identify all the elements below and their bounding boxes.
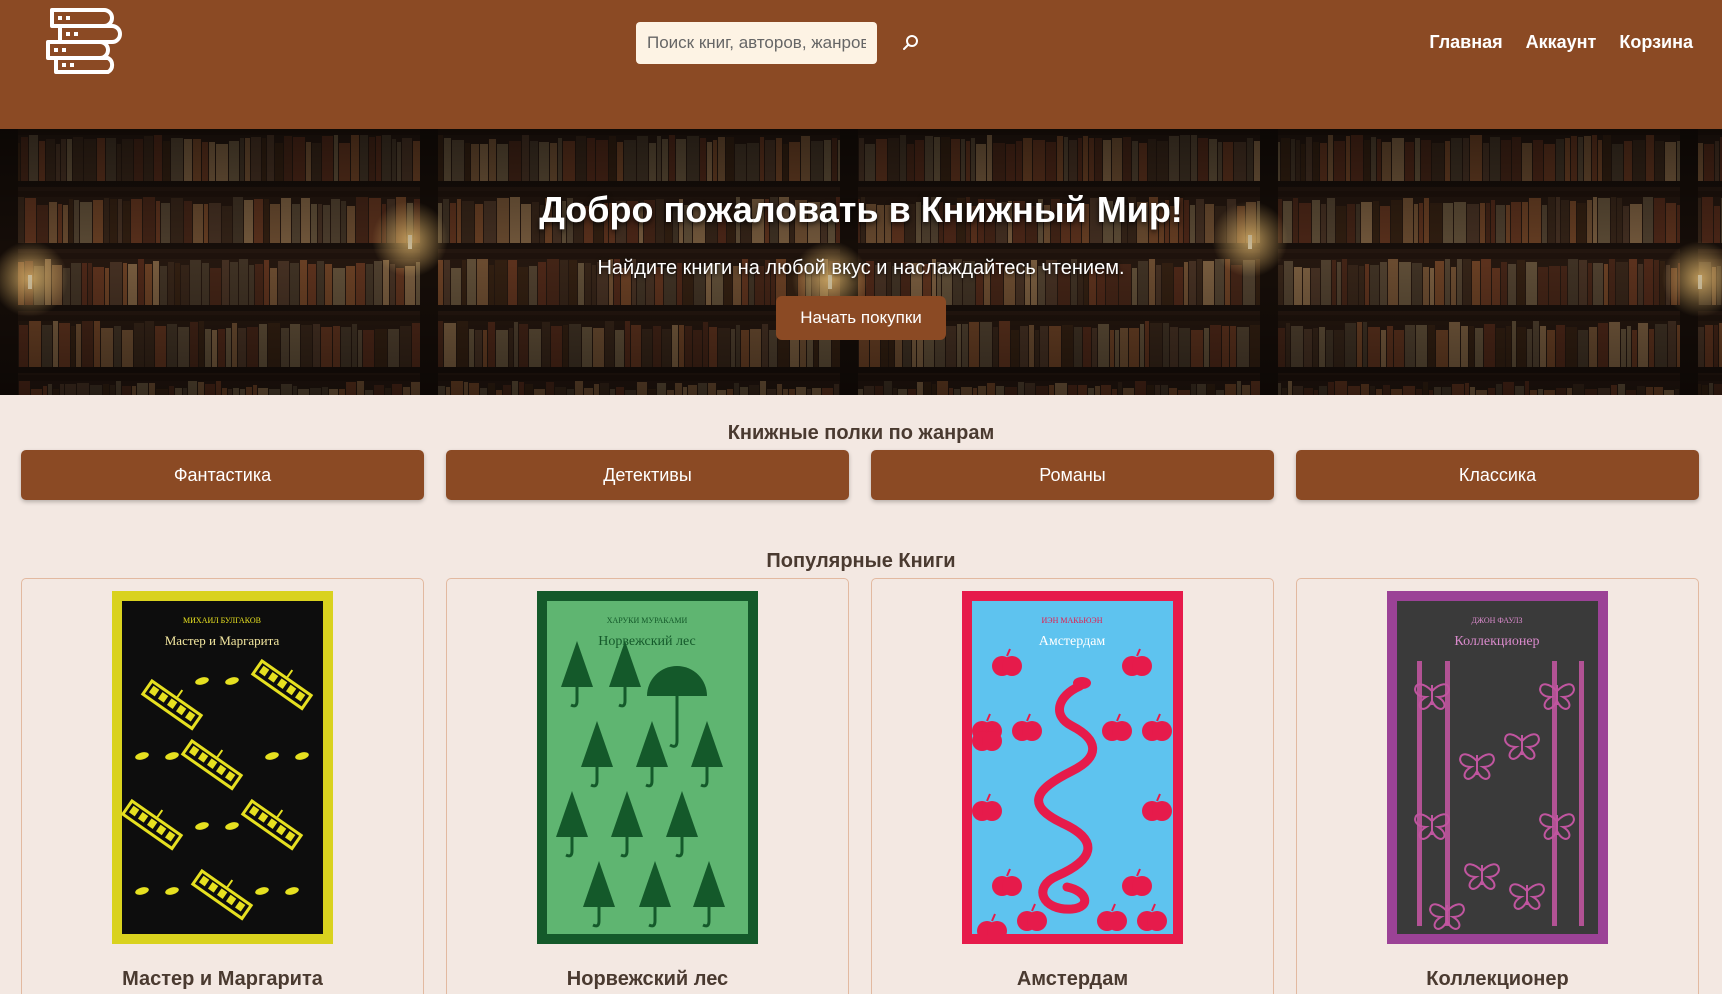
svg-text:ИЭН МАКЬЮЭН: ИЭН МАКЬЮЭН bbox=[1042, 616, 1103, 625]
genres-section-title: Книжные полки по жанрам bbox=[727, 422, 995, 444]
hero-subtitle: Найдите книги на любой вкус и наслаждайт… bbox=[597, 257, 1125, 279]
main-nav: Главная Аккаунт Корзина bbox=[1429, 32, 1693, 53]
svg-text:ДЖОН ФАУЛЗ: ДЖОН ФАУЛЗ bbox=[1471, 616, 1522, 625]
svg-text:Мастер и Маргарита: Мастер и Маргарита bbox=[165, 633, 280, 648]
book-card[interactable]: ДЖОН ФАУЛЗ Коллекционер Коллекционер bbox=[1296, 578, 1699, 994]
genre-list: Фантастика Детективы Романы Классика bbox=[21, 450, 1699, 500]
start-shopping-button[interactable]: Начать покупки bbox=[776, 296, 946, 340]
search-button[interactable] bbox=[897, 29, 925, 57]
svg-text:Коллекционер: Коллекционер bbox=[1454, 634, 1539, 649]
book-title[interactable]: Коллекционер bbox=[1297, 968, 1698, 991]
book-title[interactable]: Амстердам bbox=[872, 968, 1273, 991]
book-cover-image[interactable]: МИХАИЛ БУЛГАКОВ Мастер и Маргарита bbox=[112, 591, 333, 944]
hero-banner: Добро пожаловать в Книжный Мир! Найдите … bbox=[0, 129, 1722, 395]
book-cover-image[interactable]: ХАРУКИ МУРАКАМИ Норвежский лес bbox=[537, 591, 758, 944]
genre-button-detectives[interactable]: Детективы bbox=[446, 450, 849, 500]
book-cover-image[interactable]: ИЭН МАКЬЮЭН Амстердам bbox=[962, 591, 1183, 944]
nav-home-link[interactable]: Главная bbox=[1429, 32, 1502, 53]
svg-text:ХАРУКИ МУРАКАМИ: ХАРУКИ МУРАКАМИ bbox=[607, 616, 688, 625]
nav-cart-link[interactable]: Корзина bbox=[1619, 32, 1693, 53]
popular-books-list: МИХАИЛ БУЛГАКОВ Мастер и Маргарита Масте… bbox=[21, 578, 1699, 994]
book-cover-image[interactable]: ДЖОН ФАУЛЗ Коллекционер bbox=[1387, 591, 1608, 944]
book-card[interactable]: ХАРУКИ МУРАКАМИ Норвежский лес Норвежски… bbox=[446, 578, 849, 994]
books-logo-icon[interactable] bbox=[42, 4, 126, 74]
svg-text:МИХАИЛ БУЛГАКОВ: МИХАИЛ БУЛГАКОВ bbox=[183, 616, 261, 625]
genre-button-classics[interactable]: Классика bbox=[1296, 450, 1699, 500]
book-title[interactable]: Норвежский лес bbox=[447, 968, 848, 991]
book-card[interactable]: ИЭН МАКЬЮЭН Амстердам Амстердам bbox=[871, 578, 1274, 994]
svg-text:Норвежский лес: Норвежский лес bbox=[598, 634, 696, 649]
genre-button-novels[interactable]: Романы bbox=[871, 450, 1274, 500]
book-card[interactable]: МИХАИЛ БУЛГАКОВ Мастер и Маргарита Масте… bbox=[21, 578, 424, 994]
nav-account-link[interactable]: Аккаунт bbox=[1526, 32, 1597, 53]
book-title[interactable]: Мастер и Маргарита bbox=[22, 968, 423, 991]
popular-section-title: Популярные Книги bbox=[766, 550, 956, 572]
search-icon bbox=[903, 35, 918, 50]
search-input[interactable] bbox=[636, 22, 877, 64]
svg-text:Амстердам: Амстердам bbox=[1039, 634, 1106, 649]
hero-title: Добро пожаловать в Книжный Мир! bbox=[539, 189, 1183, 230]
genre-button-fantasy[interactable]: Фантастика bbox=[21, 450, 424, 500]
site-header: Главная Аккаунт Корзина bbox=[0, 0, 1722, 129]
